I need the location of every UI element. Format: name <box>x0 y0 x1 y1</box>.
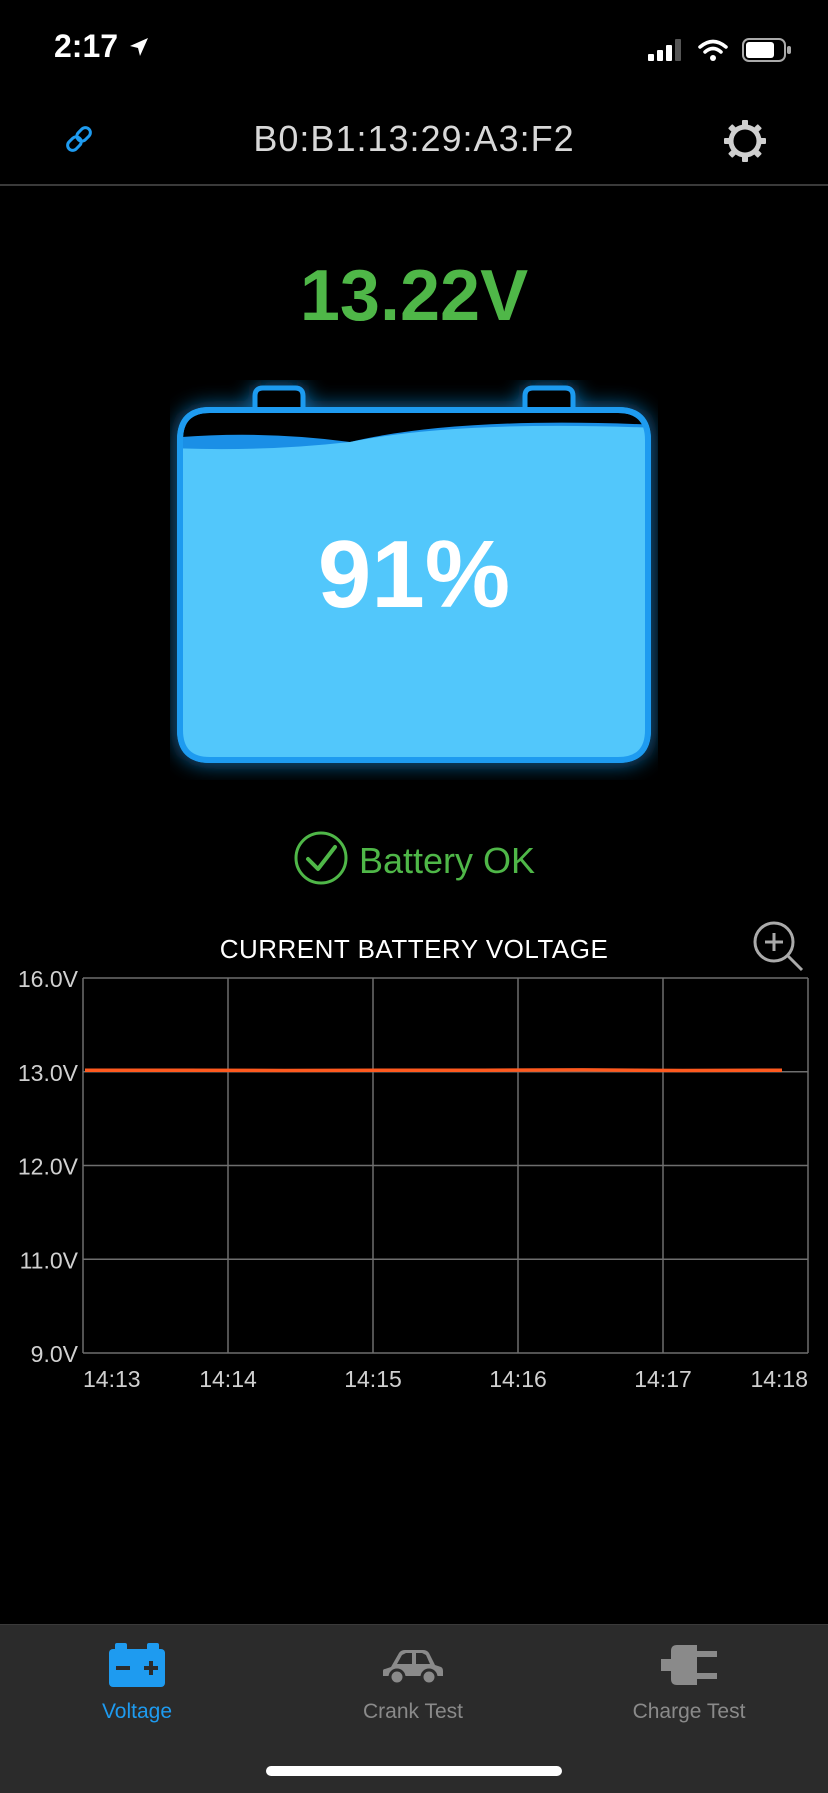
x-tick-label: 14:13 <box>83 1366 141 1392</box>
car-icon <box>381 1650 445 1691</box>
tab-label: Voltage <box>101 1700 173 1723</box>
plug-icon <box>659 1645 719 1691</box>
y-tick-label: 12.0V <box>18 1154 79 1180</box>
location-arrow-icon <box>128 36 150 63</box>
x-tick-label: 14:17 <box>634 1366 692 1392</box>
voltage-series-line <box>85 1068 783 1073</box>
tab-charge-test[interactable]: Charge Test <box>589 1643 789 1724</box>
x-tick-label: 14:14 <box>199 1366 257 1392</box>
x-tick-label: 14:18 <box>750 1366 808 1392</box>
battery-icon <box>107 1643 167 1691</box>
tab-label: Charge Test <box>632 1700 746 1723</box>
x-tick-label: 14:15 <box>344 1366 402 1392</box>
battery-status-icon <box>742 38 792 67</box>
status-bar: 2:17 <box>0 0 828 100</box>
gear-icon[interactable] <box>722 118 768 169</box>
check-circle-icon <box>293 830 349 891</box>
wifi-icon <box>698 39 728 66</box>
x-tick-label: 14:16 <box>489 1366 547 1392</box>
y-tick-label: 9.0V <box>31 1341 79 1367</box>
battery-status: Battery OK <box>0 830 828 891</box>
battery-gauge: 91% <box>170 380 658 780</box>
y-tick-label: 16.0V <box>18 966 79 992</box>
tab-label: Crank Test <box>363 1700 463 1723</box>
voltage-readout: 13.22V <box>299 256 529 336</box>
home-indicator <box>266 1766 562 1776</box>
device-address-title: B0:B1:13:29:A3:F2 <box>253 118 575 159</box>
battery-percent: 91% <box>317 521 511 628</box>
tab-voltage[interactable]: Voltage <box>37 1643 237 1724</box>
battery-status-text: Battery OK <box>358 839 536 881</box>
y-tick-label: 11.0V <box>20 1247 79 1273</box>
tab-crank-test[interactable]: Crank Test <box>313 1643 513 1724</box>
header: B0:B1:13:29:A3:F2 <box>0 100 828 186</box>
y-tick-label: 13.0V <box>18 1060 79 1086</box>
cellular-signal-icon <box>648 39 684 66</box>
status-time: 2:17 <box>54 28 119 64</box>
voltage-chart: 9.0V 11.0V 12.0V 13.0V 16.0V 14:13 14:14 14:15 1… <box>18 966 809 1392</box>
